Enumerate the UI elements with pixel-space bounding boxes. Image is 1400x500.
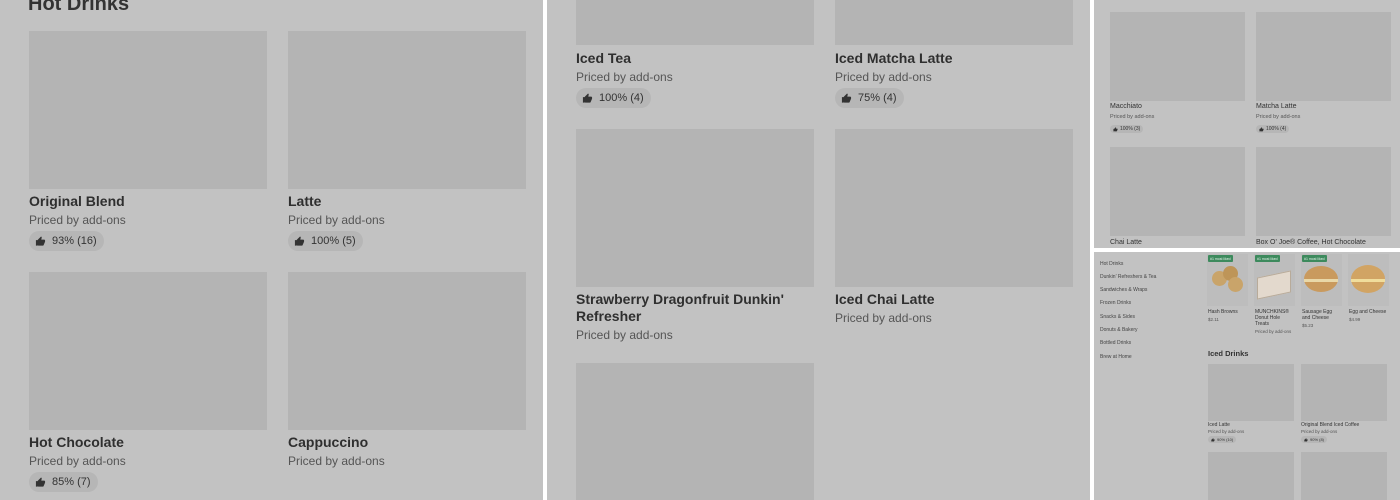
item-subtitle: Priced by add-ons — [1256, 114, 1300, 120]
rating-text: 93% (16) — [52, 235, 97, 247]
item-image[interactable] — [288, 31, 526, 189]
item-image[interactable] — [835, 0, 1073, 45]
rating-text: 85% (7) — [52, 476, 91, 488]
rating-badge: 100% (3) — [1110, 125, 1143, 133]
rating-text: 100% (5) — [311, 235, 356, 247]
section-title: Hot Drinks — [28, 0, 129, 16]
thumbs-up-icon — [1304, 438, 1308, 442]
nav-item-bottled-drinks[interactable]: Bottled Drinks — [1100, 340, 1131, 346]
thumbs-up-icon — [1259, 127, 1264, 132]
nav-item-refreshers[interactable]: Dunkin' Refreshers & Tea — [1100, 274, 1156, 280]
most-liked-badge: #1 most liked — [1302, 255, 1327, 262]
item-name: Box O' Joe® Coffee, Hot Chocolate — [1256, 239, 1366, 246]
nav-item-hot-drinks[interactable]: Hot Drinks — [1100, 261, 1123, 267]
rating-text: 100% (4) — [1266, 126, 1286, 132]
item-name: Iced Tea — [576, 50, 631, 67]
item-image[interactable] — [29, 272, 267, 430]
item-subtitle: Priced by add-ons — [288, 213, 385, 227]
item-subtitle: Priced by add-ons — [29, 454, 126, 468]
rating-badge: 93% (16) — [29, 231, 104, 251]
item-name: Iced Matcha Latte — [835, 50, 952, 67]
section-title: Iced Drinks — [1208, 349, 1248, 358]
item-name: Hash Browns — [1208, 309, 1238, 315]
thumbs-up-icon — [294, 236, 305, 247]
item-subtitle: Priced by add-ons — [1208, 429, 1244, 434]
rating-badge: 90% (10) — [1208, 436, 1236, 443]
thumbs-up-icon — [841, 93, 852, 104]
rating-text: 75% (4) — [858, 92, 897, 104]
item-name: Cappuccino — [288, 434, 368, 451]
rating-badge: 100% (4) — [576, 88, 651, 108]
item-subtitle: Priced by add-ons — [576, 70, 673, 84]
item-subtitle: Priced by add-ons — [1110, 114, 1154, 120]
rating-text: 90% (8) — [1310, 437, 1324, 442]
thumbs-up-icon — [35, 477, 46, 488]
rating-badge: 90% (8) — [1301, 436, 1327, 443]
item-name: Latte — [288, 193, 321, 210]
item-name: Sausage Egg and Cheese — [1302, 309, 1340, 321]
item-image[interactable] — [1256, 147, 1391, 236]
rating-text: 100% (4) — [599, 92, 644, 104]
item-subtitle: Priced by add-ons — [1301, 429, 1337, 434]
item-image[interactable] — [1110, 147, 1245, 236]
item-price: $4.99 — [1349, 317, 1360, 322]
nav-item-frozen-drinks[interactable]: Frozen Drinks — [1100, 300, 1131, 306]
most-liked-badge: #1 most liked — [1255, 255, 1280, 262]
most-liked-badge: #1 most liked — [1208, 255, 1233, 262]
nav-item-snacks[interactable]: Snacks & Sides — [1100, 314, 1135, 320]
item-name: Matcha Latte — [1256, 103, 1296, 110]
item-image[interactable] — [1208, 364, 1294, 421]
item-subtitle: Priced by add-ons — [288, 454, 385, 468]
thumbs-up-icon — [35, 236, 46, 247]
menu-overview-panel: Hot Drinks Dunkin' Refreshers & Tea Sand… — [1094, 252, 1400, 500]
item-image[interactable] — [1301, 364, 1387, 421]
item-price: Priced by add-ons — [1255, 329, 1291, 334]
item-name: Original Blend — [29, 193, 125, 210]
item-image[interactable] — [576, 0, 814, 45]
item-image[interactable] — [288, 272, 526, 430]
item-subtitle: Priced by add-ons — [835, 70, 932, 84]
item-image[interactable] — [1208, 452, 1294, 500]
item-image[interactable] — [29, 31, 267, 189]
item-image[interactable] — [576, 129, 814, 287]
item-price: $5.23 — [1302, 323, 1313, 328]
item-subtitle: Priced by add-ons — [29, 213, 126, 227]
item-name: Iced Latte — [1208, 422, 1230, 428]
item-subtitle: Priced by add-ons — [835, 311, 932, 325]
item-image[interactable] — [1301, 452, 1387, 500]
hot-drinks-panel: Hot Drinks Original Blend Priced by add-… — [0, 0, 543, 500]
item-name: Egg and Cheese — [1349, 309, 1386, 315]
nav-item-donuts[interactable]: Donuts & Bakery — [1100, 327, 1138, 333]
rating-badge: 85% (7) — [29, 472, 98, 492]
item-name: Macchiato — [1110, 103, 1142, 110]
item-image[interactable] — [1256, 12, 1391, 101]
item-name: Strawberry Dragonfruit Dunkin' Refresher — [576, 291, 814, 325]
item-price: $2.11 — [1208, 317, 1219, 322]
rating-text: 100% (3) — [1120, 126, 1140, 132]
nav-item-brew-at-home[interactable]: Brew at Home — [1100, 354, 1132, 360]
thumbs-up-icon — [1113, 127, 1118, 132]
item-image[interactable] — [1110, 12, 1245, 101]
item-name: Iced Chai Latte — [835, 291, 935, 308]
nav-item-sandwiches[interactable]: Sandwiches & Wraps — [1100, 287, 1147, 293]
rating-text: 90% (10) — [1217, 437, 1233, 442]
item-name: Hot Chocolate — [29, 434, 124, 451]
hash-brown-image — [1228, 277, 1243, 292]
rating-badge: 100% (5) — [288, 231, 363, 251]
iced-drinks-panel: Iced Tea Priced by add-ons 100% (4) Iced… — [547, 0, 1090, 500]
item-name: Original Blend Iced Coffee — [1301, 422, 1359, 428]
rating-badge: 100% (4) — [1256, 125, 1289, 133]
item-subtitle: Priced by add-ons — [576, 328, 673, 342]
thumbs-up-icon — [582, 93, 593, 104]
thumbs-up-icon — [1211, 438, 1215, 442]
item-image[interactable] — [576, 363, 814, 500]
item-name: MUNCHKINS® Donut Hole Treats — [1255, 309, 1295, 327]
more-drinks-panel: Macchiato Priced by add-ons 100% (3) Mat… — [1094, 0, 1400, 248]
sandwich-filling — [1351, 279, 1385, 282]
rating-badge: 75% (4) — [835, 88, 904, 108]
item-name: Chai Latte — [1110, 239, 1142, 246]
item-image[interactable] — [835, 129, 1073, 287]
sandwich-filling — [1304, 279, 1338, 282]
